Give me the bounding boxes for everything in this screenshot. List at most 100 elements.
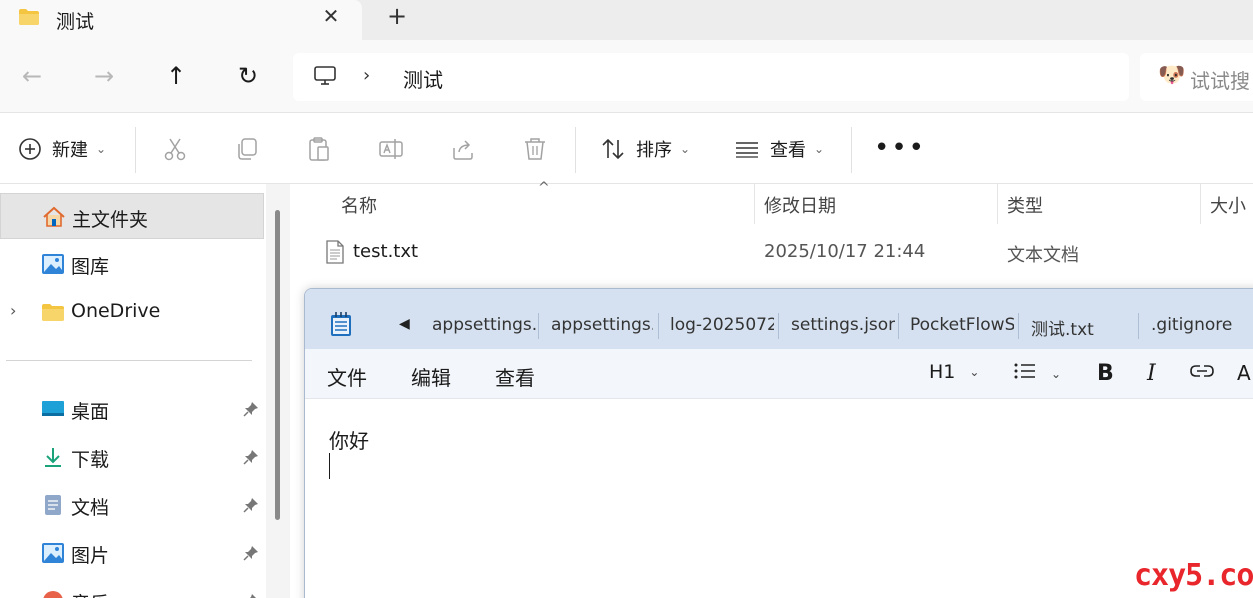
sidebar-item-downloads[interactable]: 下载 <box>0 434 264 480</box>
copy-icon <box>234 136 260 162</box>
table-row[interactable]: test.txt 2025/10/17 21:44 文本文档 <box>290 232 1253 272</box>
download-icon <box>41 445 65 469</box>
share-button[interactable] <box>450 135 476 163</box>
sidebar-item-desktop[interactable]: 桌面 <box>0 386 264 432</box>
breadcrumb-chevron-icon[interactable]: › <box>363 65 370 86</box>
toolbar-divider <box>575 127 576 173</box>
scrollbar-thumb[interactable] <box>275 210 280 520</box>
rename-icon <box>378 136 404 162</box>
notepad-tab-bar: ◀ appsettings.l appsettings.j log-202507… <box>305 289 1253 349</box>
link-button[interactable] <box>1189 361 1215 386</box>
sidebar-item-home[interactable]: 主文件夹 <box>0 193 264 239</box>
notepad-editor[interactable]: 你好 <box>305 399 1253 598</box>
text-cursor <box>329 453 330 479</box>
copy-button[interactable] <box>234 135 260 163</box>
pin-icon[interactable] <box>242 448 260 466</box>
italic-button[interactable]: I <box>1147 361 1156 386</box>
paste-button[interactable] <box>306 135 332 163</box>
back-button[interactable]: ← <box>16 58 48 94</box>
notepad-tab[interactable]: appsettings.j <box>551 315 653 335</box>
new-tab-button[interactable]: + <box>385 4 409 28</box>
tab-divider <box>658 313 659 339</box>
breadcrumb-location[interactable]: 测试 <box>403 64 443 93</box>
bold-button[interactable]: B <box>1097 361 1114 386</box>
tab-folder-ceshi[interactable]: 测试 ✕ <box>0 0 362 40</box>
pin-icon[interactable] <box>242 592 260 598</box>
editor-content: 你好 <box>329 429 369 453</box>
pin-icon[interactable] <box>242 400 260 418</box>
menu-view[interactable]: 查看 <box>495 362 535 391</box>
forward-button[interactable]: → <box>88 58 120 94</box>
cut-button[interactable] <box>162 135 188 163</box>
sidebar-item-pictures[interactable]: 图片 <box>0 530 264 576</box>
sidebar-scrollbar[interactable] <box>266 184 290 598</box>
up-button[interactable]: ↑ <box>160 58 192 94</box>
new-button[interactable]: 新建 ⌄ <box>18 135 106 163</box>
chevron-down-icon: ⌄ <box>680 142 691 156</box>
tab-divider <box>778 313 779 339</box>
column-header-name[interactable]: 名称 <box>341 192 377 218</box>
notepad-tab-active[interactable]: 测试.txt <box>1031 315 1135 340</box>
delete-button[interactable] <box>522 135 548 163</box>
list-dropdown[interactable]: ⌄ <box>1013 361 1061 386</box>
rename-button[interactable] <box>378 135 404 163</box>
close-icon[interactable]: ✕ <box>320 5 342 27</box>
notepad-menu-bar: 文件 编辑 查看 H1 ⌄ ⌄ B I A <box>305 349 1253 399</box>
notepad-tab[interactable]: appsettings.l <box>432 315 536 335</box>
notepad-tab[interactable]: log-2025072 <box>670 315 774 335</box>
notepad-tab[interactable]: .gitignore <box>1151 315 1253 335</box>
sort-button[interactable]: 排序 ⌄ <box>600 135 690 163</box>
column-header-date[interactable]: 修改日期 <box>764 192 836 218</box>
pictures-icon <box>41 541 65 565</box>
text-file-icon <box>325 240 345 264</box>
sidebar-item-label: OneDrive <box>71 300 161 322</box>
column-divider[interactable] <box>754 184 755 224</box>
scissors-icon <box>162 136 188 162</box>
column-header-type[interactable]: 类型 <box>1007 192 1043 218</box>
tab-scroll-left-icon[interactable]: ◀ <box>399 316 410 332</box>
list-view-icon <box>734 136 760 162</box>
bullet-list-icon <box>1013 361 1037 386</box>
chevron-right-icon[interactable]: › <box>10 301 16 320</box>
clear-formatting-button[interactable]: A <box>1237 361 1251 385</box>
sort-ascending-icon: ^ <box>538 180 550 196</box>
navigation-bar: ← → ↑ ↻ › 测试 🐶 试试搜 <box>0 40 1253 112</box>
sidebar-item-gallery[interactable]: 图库 <box>0 241 264 287</box>
link-icon <box>1189 361 1215 386</box>
address-bar[interactable]: › 测试 <box>293 53 1129 101</box>
chevron-down-icon: ⌄ <box>969 365 980 379</box>
sidebar-item-label: 下载 <box>71 449 110 471</box>
share-icon <box>450 136 476 162</box>
refresh-button[interactable]: ↻ <box>232 58 264 94</box>
menu-edit[interactable]: 编辑 <box>411 362 451 391</box>
sort-arrows-icon <box>600 136 626 162</box>
sidebar-item-label: 桌面 <box>71 401 110 423</box>
toolbar-divider <box>135 127 136 173</box>
sidebar-item-onedrive[interactable]: › OneDrive <box>0 289 264 335</box>
menu-file[interactable]: 文件 <box>327 362 367 391</box>
column-divider[interactable] <box>997 184 998 224</box>
plus-circle-icon <box>18 136 44 162</box>
sidebar-item-label: 音乐 <box>71 589 109 598</box>
file-modified-date: 2025/10/17 21:44 <box>764 241 926 262</box>
pin-icon[interactable] <box>242 544 260 562</box>
heading-dropdown[interactable]: H1 ⌄ <box>929 361 979 383</box>
view-button[interactable]: 查看 ⌄ <box>734 135 824 163</box>
sidebar-item-label: 图库 <box>71 256 110 278</box>
column-header-size[interactable]: 大小 <box>1210 192 1246 218</box>
sidebar-item-documents[interactable]: 文档 <box>0 482 264 528</box>
file-explorer-window: 测试 ✕ + ← → ↑ ↻ › 测试 🐶 试试搜 新建 ⌄ 排序 ⌄ 查看 ⌄… <box>0 0 1253 598</box>
notepad-tab[interactable]: PocketFlowS <box>910 315 1014 335</box>
tab-divider <box>538 313 539 339</box>
more-options-button[interactable]: ••• <box>874 133 926 163</box>
home-icon <box>42 205 66 229</box>
pin-icon[interactable] <box>242 496 260 514</box>
notepad-tab[interactable]: settings.json <box>791 315 895 335</box>
sidebar-item-music[interactable]: 音乐 <box>0 578 264 598</box>
sidebar-item-label: 主文件夹 <box>72 209 149 231</box>
document-icon <box>41 493 65 517</box>
watermark: cxy5.com <box>1134 558 1253 593</box>
search-box[interactable]: 🐶 试试搜 <box>1140 53 1253 101</box>
gallery-icon <box>41 252 65 276</box>
column-divider[interactable] <box>1200 184 1201 224</box>
